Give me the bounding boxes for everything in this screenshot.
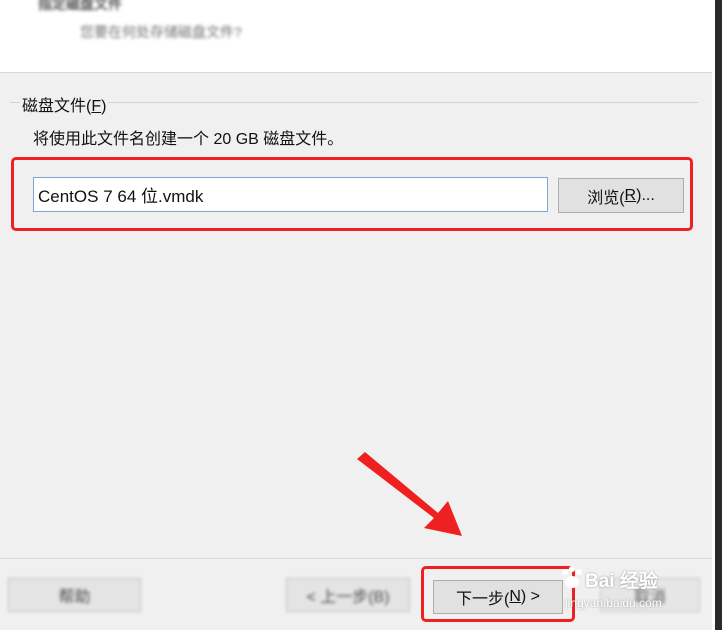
watermark-brand: Bai 经验 — [585, 571, 658, 592]
baidu-watermark: Bai 经验 jingyan.baidu.com — [555, 566, 715, 616]
watermark-url: jingyan.baidu.com — [565, 596, 662, 610]
pointer-arrow-icon — [357, 452, 462, 536]
paw-icon — [562, 566, 582, 588]
